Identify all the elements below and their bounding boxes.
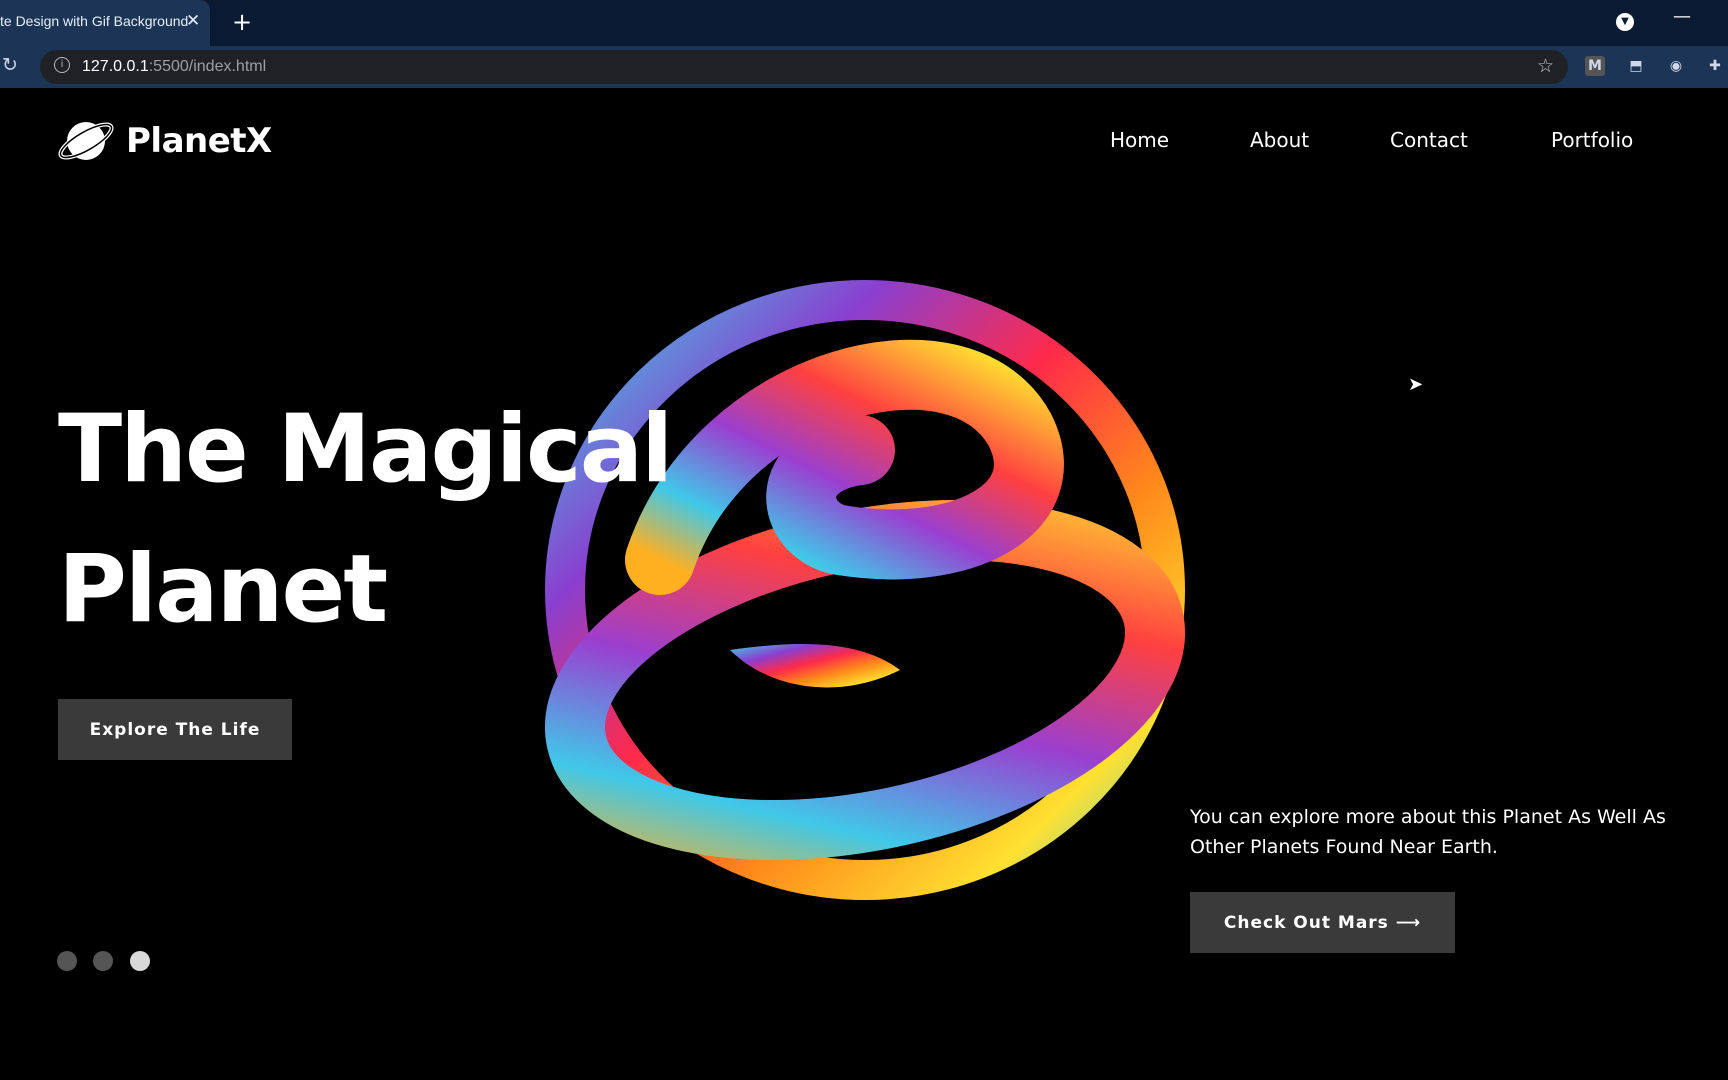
nav-home[interactable]: Home <box>1110 128 1169 152</box>
mouse-cursor-icon: ➤ <box>1408 374 1424 395</box>
minimize-icon[interactable]: — <box>1673 6 1691 27</box>
logo[interactable]: PlanetX <box>58 118 272 164</box>
extension-m-icon[interactable]: M <box>1585 56 1605 76</box>
slider-dot-3-active[interactable] <box>130 951 150 971</box>
slider-dot-1[interactable] <box>57 951 77 971</box>
planet-logo-icon <box>58 122 114 160</box>
browser-tab-bar: te Design with Gif Background ✕ + ▼ — <box>0 0 1728 46</box>
nav-about[interactable]: About <box>1250 128 1309 152</box>
explore-the-life-button[interactable]: Explore The Life <box>58 699 292 760</box>
address-bar[interactable]: i 127.0.0.1:5500/index.html ☆ <box>40 50 1568 84</box>
check-out-mars-button[interactable]: Check Out Mars ⟶ <box>1190 892 1455 953</box>
url-path: :5500/index.html <box>148 58 267 75</box>
headline-line-1: The Magical <box>58 395 673 504</box>
nav-contact[interactable]: Contact <box>1390 128 1468 152</box>
url-text[interactable]: 127.0.0.1:5500/index.html <box>82 58 266 76</box>
tab-title: te Design with Gif Background <box>0 13 189 29</box>
nav-portfolio[interactable]: Portfolio <box>1551 128 1633 152</box>
info-icon[interactable]: i <box>54 57 70 73</box>
tab-search-icon[interactable]: ▼ <box>1616 13 1634 31</box>
new-tab-button[interactable]: + <box>232 8 252 36</box>
rainbow-planet-graphic <box>544 280 1186 900</box>
tab-close-icon[interactable]: ✕ <box>186 11 200 31</box>
browser-tab[interactable]: te Design with Gif Background ✕ <box>0 0 210 46</box>
slider-dot-2[interactable] <box>93 951 113 971</box>
headline-line-2: Planet <box>58 535 388 644</box>
url-host: 127.0.0.1 <box>82 58 149 75</box>
extensions-puzzle-icon[interactable]: ✚ <box>1705 56 1725 76</box>
extension-amazon-icon[interactable]: ⬒ <box>1626 56 1646 76</box>
extension-camera-icon[interactable]: ◉ <box>1666 56 1686 76</box>
description-text: You can explore more about this Planet A… <box>1190 806 1666 858</box>
reload-icon[interactable]: ↻ <box>2 54 18 76</box>
address-row: ↻ i 127.0.0.1:5500/index.html ☆ M ⬒ ◉ ✚ <box>0 46 1728 88</box>
bookmark-star-icon[interactable]: ☆ <box>1537 55 1554 77</box>
logo-text: PlanetX <box>126 121 272 161</box>
